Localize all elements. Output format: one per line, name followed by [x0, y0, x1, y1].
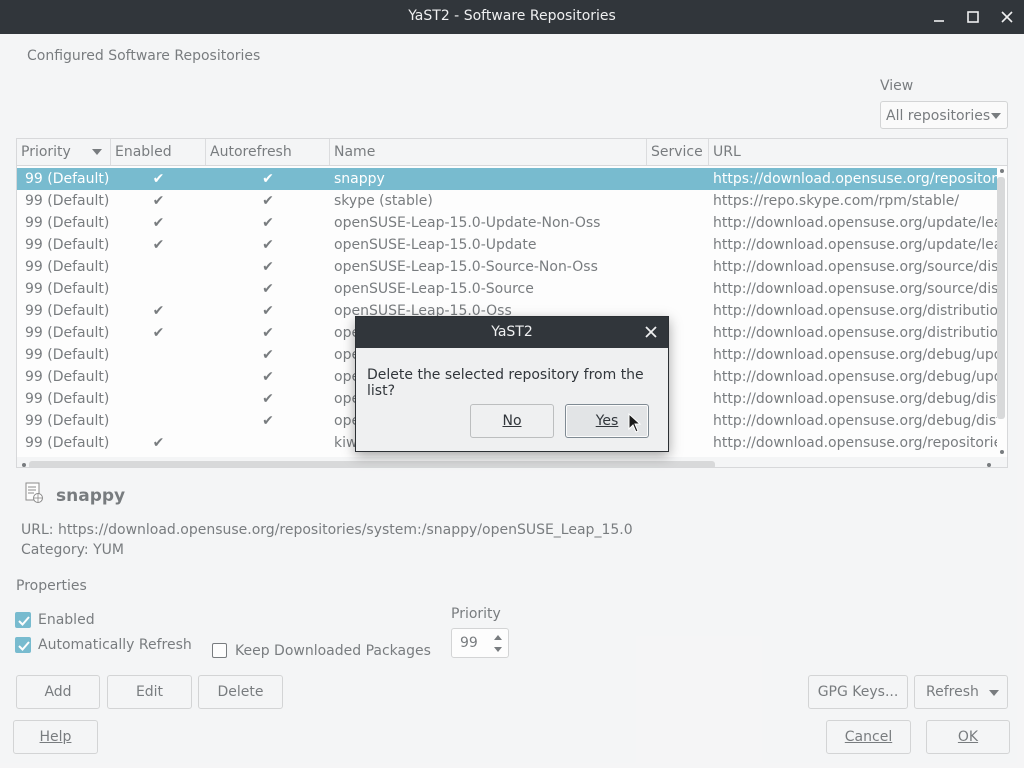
minimize-icon[interactable]	[929, 7, 949, 27]
dialog-close-icon[interactable]	[642, 323, 660, 341]
dialog-title: YaST2	[491, 324, 533, 340]
dialog-titlebar: YaST2	[356, 317, 668, 348]
close-icon[interactable]	[997, 7, 1017, 27]
no-label: No	[502, 413, 522, 429]
no-button[interactable]: No	[470, 404, 554, 438]
dialog-message: Delete the selected repository from the …	[367, 367, 644, 399]
maximize-icon[interactable]	[963, 7, 983, 27]
window-titlebar: YaST2 - Software Repositories	[0, 0, 1024, 34]
window-title: YaST2 - Software Repositories	[408, 8, 616, 24]
mouse-cursor-icon	[628, 412, 642, 437]
yes-label: Yes	[595, 413, 619, 429]
confirm-delete-dialog: YaST2 Delete the selected repository fro…	[355, 316, 669, 452]
